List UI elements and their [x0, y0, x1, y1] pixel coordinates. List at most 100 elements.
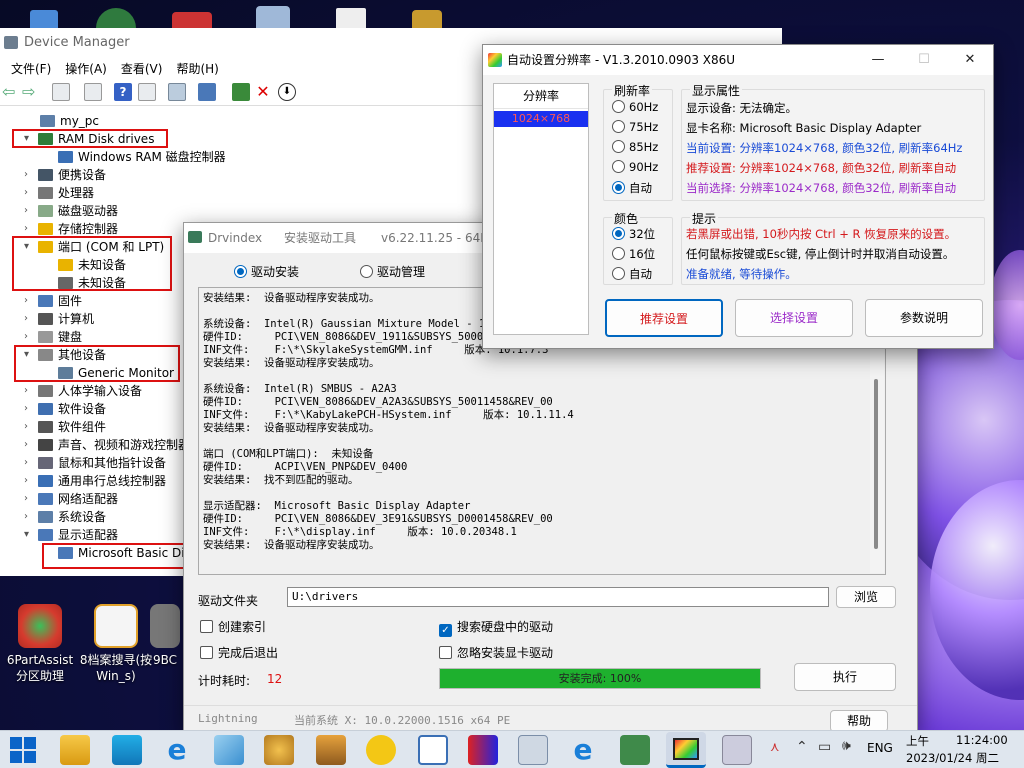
- network-tool-icon[interactable]: [468, 735, 498, 765]
- refresh-60[interactable]: 60Hz: [612, 100, 658, 114]
- chevron-right-icon[interactable]: ›: [24, 400, 28, 418]
- menu-view[interactable]: 查看(V): [114, 58, 170, 80]
- search-disk-checkbox[interactable]: ✓ 搜索硬盘中的驱动: [439, 618, 553, 637]
- folder-input[interactable]: U:\drivers: [287, 587, 829, 607]
- tree-node[interactable]: › 处理器: [24, 184, 94, 202]
- clock-time[interactable]: 11:24:00: [956, 733, 1008, 747]
- browse-button[interactable]: 浏览: [836, 586, 896, 608]
- color-32[interactable]: 32位: [612, 226, 655, 242]
- scrollbar-thumb[interactable]: [874, 379, 878, 549]
- chevron-right-icon[interactable]: ›: [24, 472, 28, 490]
- volume-icon[interactable]: 🕪: [842, 738, 851, 754]
- tree-node[interactable]: Windows RAM 磁盘控制器: [58, 148, 226, 166]
- chevron-right-icon[interactable]: ›: [24, 490, 28, 508]
- resolution-list[interactable]: 分辨率 1024×768: [493, 83, 589, 335]
- refresh-90[interactable]: 90Hz: [612, 160, 658, 174]
- maximize-button[interactable]: ☐: [901, 45, 947, 75]
- tree-node[interactable]: › 键盘: [24, 328, 82, 346]
- exit-after-checkbox[interactable]: 完成后退出: [200, 644, 278, 661]
- tree-node[interactable]: › 软件组件: [24, 418, 106, 436]
- show-hide-icon[interactable]: [84, 83, 102, 101]
- chevron-right-icon[interactable]: ›: [24, 508, 28, 526]
- menu-file[interactable]: 文件(F): [4, 58, 58, 80]
- refresh-auto[interactable]: 自动: [612, 180, 652, 196]
- tab-driver-install[interactable]: 驱动安装: [234, 263, 299, 280]
- clock-ampm[interactable]: 上午: [906, 733, 929, 749]
- view-icon[interactable]: [138, 83, 156, 101]
- document-icon[interactable]: [418, 735, 448, 765]
- device-manager-task-icon[interactable]: [620, 735, 650, 765]
- help-button[interactable]: 帮助: [830, 710, 888, 731]
- select-button[interactable]: 选择设置: [735, 299, 853, 337]
- tree-node[interactable]: my_pc: [40, 112, 99, 130]
- desktop-icon-partassist[interactable]: 6PartAssist 分区助理: [0, 604, 80, 684]
- start-icon[interactable]: [10, 737, 36, 763]
- refresh-75[interactable]: 75Hz: [612, 120, 658, 134]
- color-16[interactable]: 16位: [612, 246, 655, 262]
- chevron-right-icon[interactable]: ›: [24, 202, 28, 220]
- clock-date[interactable]: 2023/01/24 周二: [906, 750, 999, 766]
- tray-tool-icon[interactable]: ⋏: [770, 740, 780, 755]
- back-arrow-icon[interactable]: ⇦: [2, 83, 20, 101]
- create-index-checkbox[interactable]: 创建索引: [200, 618, 266, 635]
- tree-node[interactable]: › 鼠标和其他指针设备: [24, 454, 166, 472]
- tree-node[interactable]: ▾ 显示适配器: [24, 526, 118, 544]
- tree-node[interactable]: › 软件设备: [24, 400, 106, 418]
- tree-node[interactable]: › 系统设备: [24, 508, 106, 526]
- chevron-right-icon[interactable]: ›: [24, 328, 28, 346]
- tree-node[interactable]: › 人体学输入设备: [24, 382, 142, 400]
- monitor-icon[interactable]: [198, 83, 216, 101]
- ie-icon[interactable]: e: [162, 735, 192, 765]
- ignore-display-checkbox[interactable]: 忽略安装显卡驱动: [439, 644, 553, 661]
- properties-icon[interactable]: [52, 83, 70, 101]
- desktop-icon[interactable]: [112, 735, 142, 765]
- chevron-up-icon[interactable]: ⌃: [796, 739, 808, 755]
- update-driver-icon[interactable]: [232, 83, 250, 101]
- tab-driver-manage[interactable]: 驱动管理: [360, 263, 425, 280]
- uninstall-icon[interactable]: ✕: [254, 83, 272, 101]
- forward-arrow-icon[interactable]: ⇨: [22, 83, 40, 101]
- edge-icon[interactable]: e: [568, 735, 598, 765]
- chevron-right-icon[interactable]: ›: [24, 166, 28, 184]
- refresh-group: 刷新率 60Hz 75Hz 85Hz 90Hz 自动: [603, 82, 673, 201]
- chevron-right-icon[interactable]: ›: [24, 184, 28, 202]
- close-button[interactable]: ✕: [947, 45, 993, 75]
- minimize-button[interactable]: —: [855, 45, 901, 75]
- tree-node[interactable]: › 磁盘驱动器: [24, 202, 118, 220]
- chevron-right-icon[interactable]: ›: [24, 436, 28, 454]
- scan-hardware-icon[interactable]: [168, 83, 186, 101]
- drvindex-task-icon[interactable]: [722, 735, 752, 765]
- download-icon[interactable]: ⬇: [278, 83, 296, 101]
- resolution-task-icon[interactable]: [666, 732, 706, 768]
- chevron-right-icon[interactable]: ›: [24, 418, 28, 436]
- tree-node[interactable]: › 便携设备: [24, 166, 106, 184]
- pencils-icon[interactable]: [316, 735, 346, 765]
- tree-node[interactable]: › 固件: [24, 292, 82, 310]
- chevron-right-icon[interactable]: ›: [24, 454, 28, 472]
- tree-node[interactable]: › 计算机: [24, 310, 94, 328]
- menu-action[interactable]: 操作(A): [58, 58, 114, 80]
- chevron-right-icon[interactable]: ›: [24, 310, 28, 328]
- resolution-titlebar[interactable]: 自动设置分辨率 - V1.3.2010.0903 X86U — ☐ ✕: [483, 45, 993, 75]
- recommend-button[interactable]: 推荐设置: [605, 299, 723, 337]
- execute-button[interactable]: 执行: [794, 663, 896, 691]
- keyboard-icon[interactable]: [518, 735, 548, 765]
- help-icon[interactable]: ?: [114, 83, 132, 101]
- chevron-down-icon[interactable]: ▾: [24, 526, 29, 544]
- chevron-right-icon[interactable]: ›: [24, 292, 28, 310]
- tree-node[interactable]: › 通用串行总线控制器: [24, 472, 166, 490]
- refresh-85[interactable]: 85Hz: [612, 140, 658, 154]
- tree-node[interactable]: › 网络适配器: [24, 490, 118, 508]
- param-help-button[interactable]: 参数说明: [865, 299, 983, 337]
- language-indicator[interactable]: ENG: [867, 741, 893, 755]
- paint-icon[interactable]: [264, 735, 294, 765]
- player-icon[interactable]: [366, 735, 396, 765]
- color-auto[interactable]: 自动: [612, 266, 652, 282]
- menu-help[interactable]: 帮助(H): [169, 58, 225, 80]
- tree-node[interactable]: › 声音、视频和游戏控制器: [24, 436, 190, 454]
- file-explorer-icon[interactable]: [60, 735, 90, 765]
- notepad-icon[interactable]: [214, 735, 244, 765]
- chevron-right-icon[interactable]: ›: [24, 382, 28, 400]
- resolution-list-item[interactable]: 1024×768: [494, 111, 588, 127]
- network-icon[interactable]: ▭: [818, 739, 831, 755]
